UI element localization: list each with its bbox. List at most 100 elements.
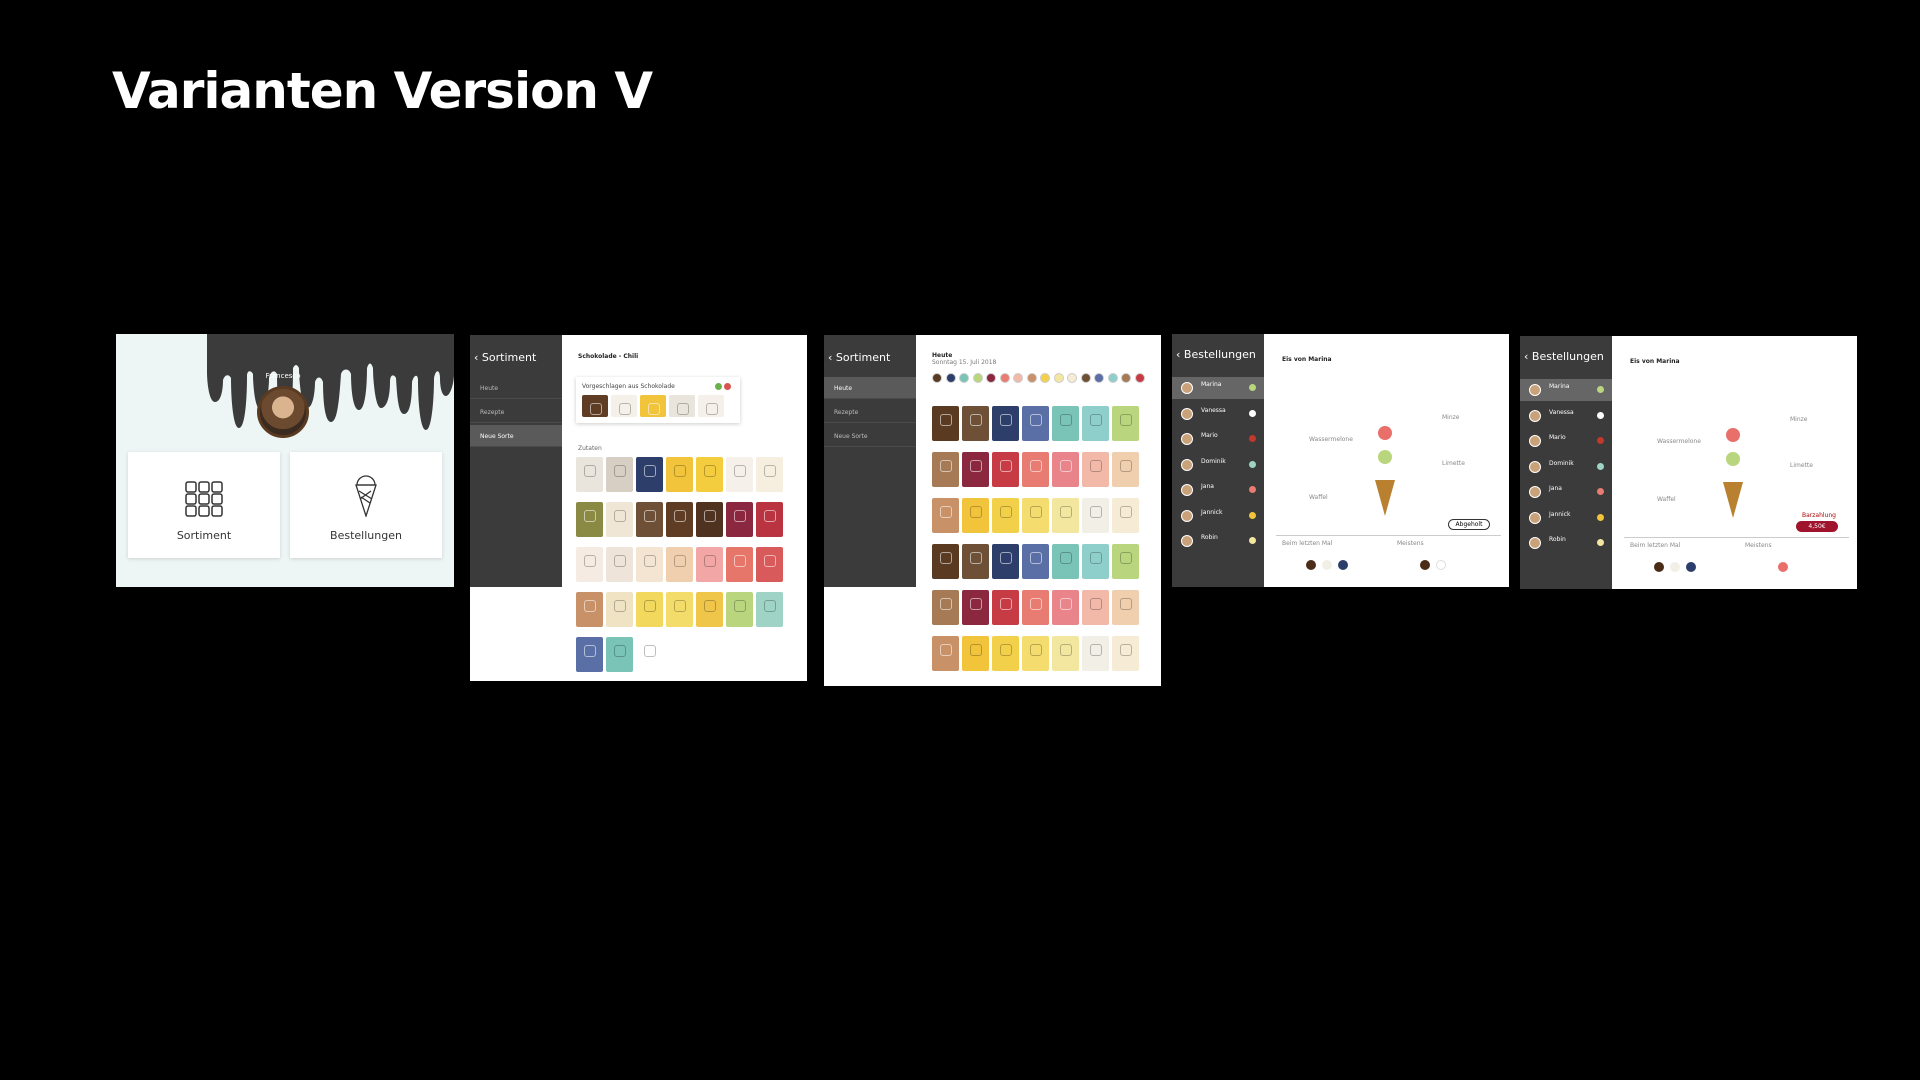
nav-rezepte[interactable]: Rezepte bbox=[824, 401, 916, 423]
flavor-tile[interactable] bbox=[1112, 590, 1139, 625]
flavor-tile[interactable] bbox=[962, 498, 989, 533]
flavor-tile[interactable] bbox=[726, 592, 753, 627]
back-button[interactable]: ‹ Bestellungen bbox=[1176, 348, 1256, 361]
back-button[interactable]: ‹ Bestellungen bbox=[1524, 350, 1604, 363]
order-row[interactable]: Dominik bbox=[1172, 454, 1264, 476]
flavor-tile[interactable] bbox=[696, 502, 723, 537]
flavor-tile[interactable] bbox=[1022, 544, 1049, 579]
status-badge[interactable]: Abgeholt bbox=[1448, 519, 1490, 530]
flavor-tile[interactable] bbox=[992, 544, 1019, 579]
flavor-dot[interactable] bbox=[932, 373, 942, 383]
flavor-tile[interactable] bbox=[756, 457, 783, 492]
order-row[interactable]: Mario bbox=[1520, 430, 1612, 452]
flavor-tile[interactable] bbox=[606, 547, 633, 582]
flavor-dot[interactable] bbox=[1107, 373, 1118, 383]
flavor-tile[interactable] bbox=[666, 502, 693, 537]
flavor-tile[interactable] bbox=[932, 406, 959, 441]
flavor-tile[interactable] bbox=[1082, 452, 1109, 487]
flavor-tile[interactable] bbox=[1082, 636, 1109, 671]
flavor-tile[interactable] bbox=[932, 636, 959, 671]
flavor-dot[interactable] bbox=[1026, 373, 1037, 383]
flavor-tile[interactable] bbox=[1022, 452, 1049, 487]
flavor-tile[interactable] bbox=[666, 457, 693, 492]
flavor-dot[interactable] bbox=[1013, 373, 1023, 383]
flavor-tile[interactable] bbox=[606, 502, 633, 537]
flavor-tile[interactable] bbox=[726, 547, 753, 582]
nav-rezepte[interactable]: Rezepte bbox=[470, 401, 562, 423]
flavor-tile[interactable] bbox=[1022, 498, 1049, 533]
order-row[interactable]: Robin bbox=[1520, 532, 1612, 554]
flavor-dot[interactable] bbox=[945, 373, 956, 383]
bestellungen-card[interactable]: Bestellungen bbox=[290, 452, 442, 558]
flavor-tile[interactable] bbox=[606, 457, 633, 492]
flavor-dot[interactable] bbox=[959, 373, 969, 383]
order-row[interactable]: Dominik bbox=[1520, 456, 1612, 478]
flavor-tile[interactable] bbox=[1022, 406, 1049, 441]
order-row[interactable]: Vanessa bbox=[1520, 405, 1612, 427]
flavor-dot[interactable] bbox=[1053, 373, 1064, 383]
flavor-tile[interactable] bbox=[992, 498, 1019, 533]
flavor-tile[interactable] bbox=[666, 547, 693, 582]
flavor-tile[interactable] bbox=[576, 547, 603, 582]
flavor-tile[interactable] bbox=[576, 457, 603, 492]
flavor-tile[interactable] bbox=[726, 502, 753, 537]
flavor-tile[interactable] bbox=[636, 637, 663, 672]
flavor-dot[interactable] bbox=[1121, 373, 1131, 383]
flavor-dot[interactable] bbox=[1094, 373, 1104, 383]
flavor-tile[interactable] bbox=[1052, 636, 1079, 671]
flavor-tile[interactable] bbox=[576, 502, 603, 537]
flavor-tile[interactable] bbox=[576, 637, 603, 672]
flavor-tile[interactable] bbox=[992, 406, 1019, 441]
flavor-tile[interactable] bbox=[696, 457, 723, 492]
flavor-tile[interactable] bbox=[606, 637, 633, 672]
flavor-tile[interactable] bbox=[756, 547, 783, 582]
flavor-tile[interactable] bbox=[606, 592, 633, 627]
sortiment-card[interactable]: Sortiment bbox=[128, 452, 280, 558]
accept-icon[interactable] bbox=[715, 383, 722, 390]
flavor-tile[interactable] bbox=[1022, 636, 1049, 671]
back-button[interactable]: ‹ Sortiment bbox=[828, 351, 890, 364]
flavor-tile[interactable] bbox=[576, 592, 603, 627]
flavor-tile[interactable] bbox=[696, 592, 723, 627]
flavor-tile[interactable] bbox=[932, 498, 959, 533]
flavor-tile[interactable] bbox=[636, 502, 663, 537]
flavor-dot[interactable] bbox=[999, 373, 1010, 383]
order-row[interactable]: Jannick bbox=[1520, 507, 1612, 529]
flavor-tile[interactable] bbox=[962, 636, 989, 671]
nav-heute[interactable]: Heute bbox=[470, 377, 562, 399]
user-avatar[interactable] bbox=[257, 386, 309, 438]
flavor-tile[interactable] bbox=[992, 590, 1019, 625]
flavor-tile[interactable] bbox=[756, 592, 783, 627]
flavor-tile[interactable] bbox=[992, 452, 1019, 487]
flavor-tile[interactable] bbox=[1052, 544, 1079, 579]
flavor-tile[interactable] bbox=[636, 457, 663, 492]
flavor-tile[interactable] bbox=[1052, 406, 1079, 441]
flavor-tile[interactable] bbox=[962, 452, 989, 487]
order-row[interactable]: Jana bbox=[1172, 479, 1264, 501]
flavor-tile[interactable] bbox=[1052, 590, 1079, 625]
flavor-tile[interactable] bbox=[932, 590, 959, 625]
suggest-tile[interactable] bbox=[698, 395, 724, 417]
flavor-tile[interactable] bbox=[666, 592, 693, 627]
order-row[interactable]: Jannick bbox=[1172, 505, 1264, 527]
suggest-tile[interactable] bbox=[640, 395, 666, 417]
flavor-tile[interactable] bbox=[1082, 544, 1109, 579]
flavor-tile[interactable] bbox=[1112, 406, 1139, 441]
flavor-tile[interactable] bbox=[1082, 406, 1109, 441]
flavor-tile[interactable] bbox=[756, 502, 783, 537]
order-row[interactable]: Vanessa bbox=[1172, 403, 1264, 425]
order-row[interactable]: Marina bbox=[1520, 379, 1612, 401]
order-row[interactable]: Marina bbox=[1172, 377, 1264, 399]
flavor-tile[interactable] bbox=[1112, 544, 1139, 579]
price-button[interactable]: 4,50€ bbox=[1796, 521, 1838, 532]
flavor-tile[interactable] bbox=[932, 544, 959, 579]
suggest-tile[interactable] bbox=[669, 395, 695, 417]
flavor-tile[interactable] bbox=[1022, 590, 1049, 625]
flavor-tile[interactable] bbox=[1052, 498, 1079, 533]
suggest-tile[interactable] bbox=[611, 395, 637, 417]
order-row[interactable]: Mario bbox=[1172, 428, 1264, 450]
order-row[interactable]: Robin bbox=[1172, 530, 1264, 552]
flavor-tile[interactable] bbox=[1112, 498, 1139, 533]
flavor-dot[interactable] bbox=[972, 373, 983, 383]
nav-neue-sorte[interactable]: Neue Sorte bbox=[824, 425, 916, 447]
